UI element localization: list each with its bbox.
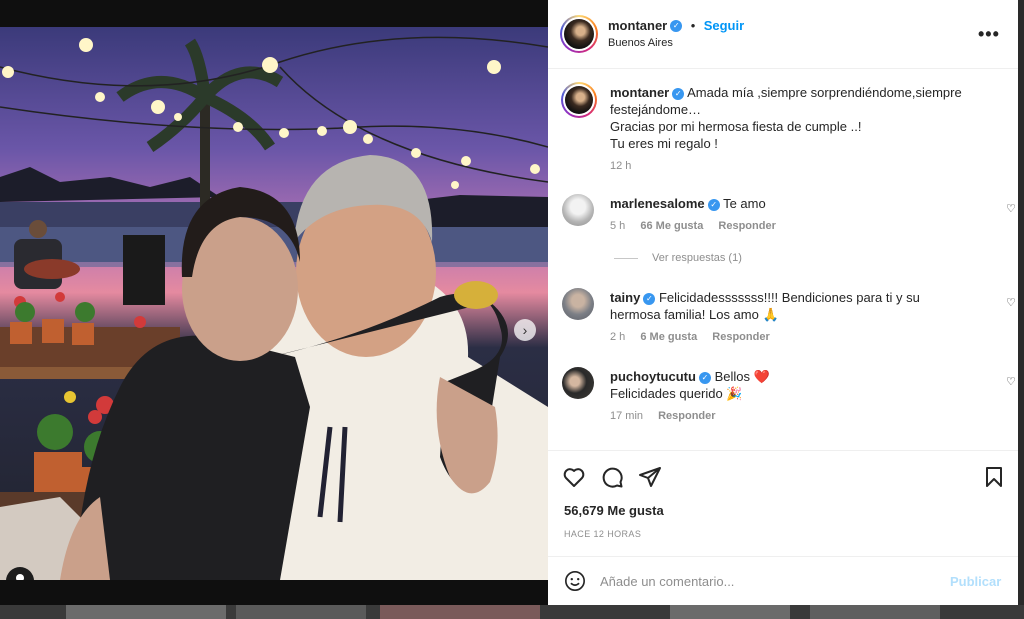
- comment-text: Bellos ❤️: [714, 369, 770, 384]
- scrollbar-track[interactable]: [1018, 0, 1024, 605]
- comment-timestamp[interactable]: 5 h: [610, 220, 625, 232]
- post-side-panel: montaner ✓ • Seguir Buenos Aires ••• mont…: [548, 0, 1018, 605]
- reply-button[interactable]: Responder: [718, 220, 775, 232]
- header-separator: •: [690, 18, 696, 33]
- chevron-right-icon: ›: [522, 322, 528, 338]
- caption-line: Gracias por mi hermosa fiesta de cumple …: [610, 119, 862, 134]
- heart-icon[interactable]: ♡: [1006, 375, 1018, 388]
- comment-text: Felicidadesssssss!!!! Bendiciones para t…: [658, 290, 920, 305]
- heart-icon[interactable]: [562, 465, 586, 489]
- view-replies-label: Ver respuestas (1): [652, 252, 742, 264]
- background-grid-row: [0, 605, 1024, 619]
- replies-divider: [614, 257, 638, 259]
- commenter-avatar[interactable]: [562, 367, 594, 399]
- commenter-avatar[interactable]: [562, 194, 594, 226]
- comment-timestamp[interactable]: 17 min: [610, 410, 643, 422]
- verified-badge-icon: ✓: [672, 87, 685, 100]
- commenter-username[interactable]: tainy: [610, 290, 640, 305]
- reply-button[interactable]: Responder: [712, 331, 769, 343]
- post-header: montaner ✓ • Seguir Buenos Aires •••: [548, 0, 1018, 69]
- caption-line: Tu eres mi regalo !: [610, 136, 718, 151]
- likes-count[interactable]: 56,679 Me gusta: [564, 503, 664, 518]
- comment-likes[interactable]: 66 Me gusta: [640, 220, 703, 232]
- modal-backdrop-top: [0, 0, 548, 27]
- author-avatar[interactable]: [560, 15, 598, 53]
- verified-badge-icon: ✓: [643, 292, 656, 305]
- comment-bubble-icon[interactable]: [600, 465, 624, 489]
- user-tag-icon: [16, 574, 24, 580]
- post-timestamp: HACE 12 HORAS: [564, 529, 642, 539]
- modal-backdrop-bottom: [0, 580, 548, 605]
- heart-icon[interactable]: ♡: [1006, 296, 1018, 309]
- follow-button[interactable]: Seguir: [704, 18, 744, 33]
- commenter-avatar[interactable]: [562, 288, 594, 320]
- bookmark-icon[interactable]: [982, 465, 1006, 489]
- publish-button[interactable]: Publicar: [950, 574, 1001, 589]
- add-comment-bar: Publicar: [548, 556, 1018, 605]
- caption-author[interactable]: montaner: [610, 85, 669, 100]
- verified-badge-icon: ✓: [707, 198, 720, 211]
- comment-input[interactable]: [600, 571, 930, 591]
- comment-text: hermosa familia! Los amo 🙏: [610, 307, 779, 322]
- post-location[interactable]: Buenos Aires: [608, 37, 673, 49]
- caption-author-avatar[interactable]: [561, 82, 597, 118]
- emoji-icon[interactable]: [564, 570, 586, 592]
- comment-timestamp[interactable]: 2 h: [610, 331, 625, 343]
- comment-text: Felicidades querido 🎉: [610, 386, 743, 401]
- post-photo[interactable]: ›: [0, 27, 548, 580]
- commenter-username[interactable]: marlenesalome: [610, 196, 705, 211]
- tagged-users-button[interactable]: [6, 567, 34, 580]
- photo-illustration: [0, 36, 548, 580]
- caption-timestamp[interactable]: 12 h: [610, 160, 631, 172]
- next-photo-button[interactable]: ›: [514, 319, 536, 341]
- caption-line: Amada mía ,siempre sorprendiéndome,siemp…: [687, 85, 962, 100]
- paper-plane-icon[interactable]: [638, 465, 662, 489]
- caption-line: festejándome…: [610, 102, 702, 117]
- comment-likes[interactable]: 6 Me gusta: [640, 331, 697, 343]
- heart-icon[interactable]: ♡: [1006, 202, 1018, 215]
- author-username[interactable]: montaner: [608, 18, 667, 33]
- post-actions: 56,679 Me gusta HACE 12 HORAS: [548, 450, 1018, 556]
- reply-button[interactable]: Responder: [658, 410, 715, 422]
- comment-text: Te amo: [723, 196, 766, 211]
- verified-badge-icon: ✓: [670, 19, 683, 32]
- commenter-username[interactable]: puchoytucutu: [610, 369, 696, 384]
- more-options-icon[interactable]: •••: [978, 24, 1000, 45]
- view-replies-button[interactable]: Ver respuestas (1): [614, 252, 742, 264]
- verified-badge-icon: ✓: [698, 371, 711, 384]
